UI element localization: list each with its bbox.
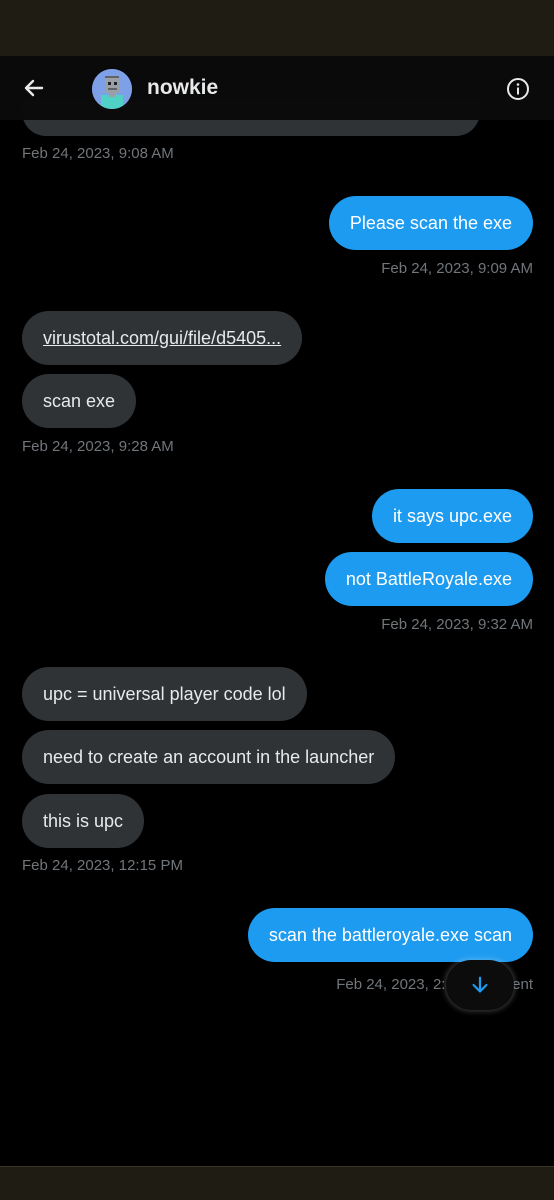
- back-button[interactable]: [18, 72, 50, 104]
- contact-name[interactable]: nowkie: [147, 76, 218, 100]
- message-timestamp: Feb 24, 2023, 9:28 AM: [22, 438, 174, 455]
- message-bubble-incoming[interactable]: need to create an account in the launche…: [22, 730, 396, 784]
- message-timestamp: Feb 24, 2023, 9:09 AM: [381, 260, 533, 277]
- message-bubble-outgoing[interactable]: it says upc.exe: [371, 489, 533, 543]
- pixel-avatar-icon: [92, 69, 132, 109]
- message-bubble-outgoing[interactable]: scan the battleroyale.exe scan: [247, 908, 533, 962]
- conversation-header: nowkie: [0, 56, 554, 120]
- scroll-to-bottom-button[interactable]: [446, 960, 514, 1010]
- navigation-bar: [0, 1166, 554, 1200]
- arrow-down-icon: [472, 976, 488, 993]
- message-link-virustotal[interactable]: virustotal.com/gui/file/d5405...: [22, 311, 303, 365]
- message-timestamp: Feb 24, 2023, 9:08 AM: [22, 145, 174, 162]
- message-bubble-incoming[interactable]: this is upc: [22, 794, 145, 848]
- message-timestamp: Feb 24, 2023, 12:15 PM: [22, 857, 183, 874]
- message-bubble-outgoing[interactable]: Please scan the exe: [328, 196, 533, 250]
- message-bubble-incoming[interactable]: scan exe: [22, 374, 137, 428]
- info-circle-icon: [507, 78, 529, 100]
- status-bar: [0, 0, 554, 56]
- arrow-left-icon: [24, 79, 44, 97]
- avatar[interactable]: [92, 69, 132, 109]
- message-bubble-incoming[interactable]: upc = universal player code lol: [22, 667, 307, 721]
- info-button[interactable]: [504, 75, 532, 103]
- message-timestamp: Feb 24, 2023, 9:32 AM: [381, 616, 533, 633]
- message-bubble-outgoing[interactable]: not BattleRoyale.exe: [324, 552, 533, 606]
